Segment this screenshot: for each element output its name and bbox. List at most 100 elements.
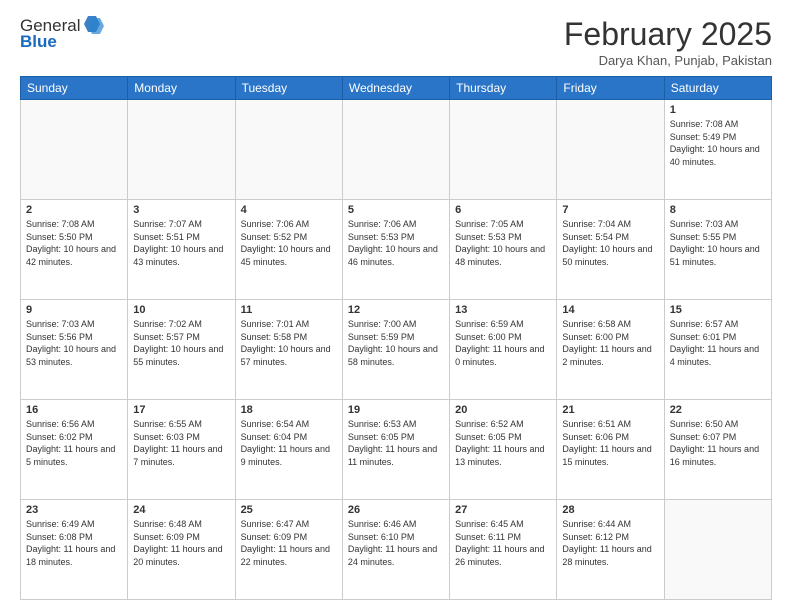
day-info: Sunrise: 7:02 AM Sunset: 5:57 PM Dayligh… [133, 318, 229, 368]
day-info: Sunrise: 7:07 AM Sunset: 5:51 PM Dayligh… [133, 218, 229, 268]
day-info: Sunrise: 7:06 AM Sunset: 5:52 PM Dayligh… [241, 218, 337, 268]
day-info: Sunrise: 6:44 AM Sunset: 6:12 PM Dayligh… [562, 518, 658, 568]
day-number: 23 [26, 504, 122, 516]
week-row-1: 2Sunrise: 7:08 AM Sunset: 5:50 PM Daylig… [21, 200, 772, 300]
day-number: 9 [26, 304, 122, 316]
weekday-header-row: SundayMondayTuesdayWednesdayThursdayFrid… [21, 77, 772, 100]
day-number: 15 [670, 304, 766, 316]
day-info: Sunrise: 6:45 AM Sunset: 6:11 PM Dayligh… [455, 518, 551, 568]
logo-blue: Blue [20, 32, 57, 52]
day-info: Sunrise: 7:03 AM Sunset: 5:55 PM Dayligh… [670, 218, 766, 268]
week-row-4: 23 Sunrise: 6:49 AM Sunset: 6:08 PM Dayli… [21, 500, 772, 600]
day-cell: 25 Sunrise: 6:47 AM Sunset: 6:09 PM Dayli… [235, 500, 342, 600]
day-number: 1 [670, 104, 766, 116]
header: General Blue February 2025 Darya Khan, P… [20, 16, 772, 68]
day-info: Sunrise: 7:04 AM Sunset: 5:54 PM Dayligh… [562, 218, 658, 268]
day-info: Sunrise: 7:06 AM Sunset: 5:53 PM Dayligh… [348, 218, 444, 268]
day-cell: 18 Sunrise: 6:54 AM Sunset: 6:04 PM Dayli… [235, 400, 342, 500]
day-number: 25 [241, 504, 337, 516]
weekday-monday: Monday [128, 77, 235, 100]
day-info: Sunrise: 6:56 AM Sunset: 6:02 PM Dayligh… [26, 418, 122, 468]
day-number: 20 [455, 404, 551, 416]
day-number: 13 [455, 304, 551, 316]
day-cell: 27 Sunrise: 6:45 AM Sunset: 6:11 PM Dayli… [450, 500, 557, 600]
day-cell [128, 100, 235, 200]
week-row-3: 16 Sunrise: 6:56 AM Sunset: 6:02 PM Dayli… [21, 400, 772, 500]
week-row-0: 1 Sunrise: 7:08 AM Sunset: 5:49 PM Daylig… [21, 100, 772, 200]
day-cell: 8 Sunrise: 7:03 AM Sunset: 5:55 PM Daylig… [664, 200, 771, 300]
day-cell: 4 Sunrise: 7:06 AM Sunset: 5:52 PM Daylig… [235, 200, 342, 300]
day-info: Sunrise: 6:59 AM Sunset: 6:00 PM Dayligh… [455, 318, 551, 368]
day-number: 3 [133, 204, 229, 216]
day-cell: 1 Sunrise: 7:08 AM Sunset: 5:49 PM Daylig… [664, 100, 771, 200]
weekday-tuesday: Tuesday [235, 77, 342, 100]
day-number: 4 [241, 204, 337, 216]
day-cell: 2Sunrise: 7:08 AM Sunset: 5:50 PM Daylig… [21, 200, 128, 300]
weekday-thursday: Thursday [450, 77, 557, 100]
day-info: Sunrise: 6:51 AM Sunset: 6:06 PM Dayligh… [562, 418, 658, 468]
day-info: Sunrise: 6:47 AM Sunset: 6:09 PM Dayligh… [241, 518, 337, 568]
day-cell: 23 Sunrise: 6:49 AM Sunset: 6:08 PM Dayli… [21, 500, 128, 600]
logo-icon [82, 14, 104, 36]
day-number: 7 [562, 204, 658, 216]
day-info: Sunrise: 6:50 AM Sunset: 6:07 PM Dayligh… [670, 418, 766, 468]
logo: General Blue [20, 16, 104, 52]
day-info: Sunrise: 7:05 AM Sunset: 5:53 PM Dayligh… [455, 218, 551, 268]
day-number: 21 [562, 404, 658, 416]
day-number: 27 [455, 504, 551, 516]
day-cell: 11 Sunrise: 7:01 AM Sunset: 5:58 PM Dayli… [235, 300, 342, 400]
day-cell: 21 Sunrise: 6:51 AM Sunset: 6:06 PM Dayli… [557, 400, 664, 500]
day-number: 22 [670, 404, 766, 416]
day-cell: 7 Sunrise: 7:04 AM Sunset: 5:54 PM Daylig… [557, 200, 664, 300]
day-cell: 26Sunrise: 6:46 AM Sunset: 6:10 PM Dayli… [342, 500, 449, 600]
location: Darya Khan, Punjab, Pakistan [564, 53, 772, 68]
day-info: Sunrise: 6:46 AM Sunset: 6:10 PM Dayligh… [348, 518, 444, 568]
weekday-saturday: Saturday [664, 77, 771, 100]
day-info: Sunrise: 6:52 AM Sunset: 6:05 PM Dayligh… [455, 418, 551, 468]
day-number: 18 [241, 404, 337, 416]
day-cell: 16 Sunrise: 6:56 AM Sunset: 6:02 PM Dayli… [21, 400, 128, 500]
day-info: Sunrise: 6:54 AM Sunset: 6:04 PM Dayligh… [241, 418, 337, 468]
day-cell: 22 Sunrise: 6:50 AM Sunset: 6:07 PM Dayli… [664, 400, 771, 500]
day-info: Sunrise: 6:55 AM Sunset: 6:03 PM Dayligh… [133, 418, 229, 468]
day-number: 16 [26, 404, 122, 416]
day-info: Sunrise: 6:48 AM Sunset: 6:09 PM Dayligh… [133, 518, 229, 568]
day-info: Sunrise: 6:49 AM Sunset: 6:08 PM Dayligh… [26, 518, 122, 568]
weekday-sunday: Sunday [21, 77, 128, 100]
day-cell [557, 100, 664, 200]
day-cell: 10Sunrise: 7:02 AM Sunset: 5:57 PM Dayli… [128, 300, 235, 400]
day-cell [664, 500, 771, 600]
day-cell: 6 Sunrise: 7:05 AM Sunset: 5:53 PM Daylig… [450, 200, 557, 300]
day-info: Sunrise: 7:01 AM Sunset: 5:58 PM Dayligh… [241, 318, 337, 368]
day-number: 8 [670, 204, 766, 216]
week-row-2: 9 Sunrise: 7:03 AM Sunset: 5:56 PM Daylig… [21, 300, 772, 400]
day-cell: 15 Sunrise: 6:57 AM Sunset: 6:01 PM Dayli… [664, 300, 771, 400]
day-cell: 24Sunrise: 6:48 AM Sunset: 6:09 PM Dayli… [128, 500, 235, 600]
day-number: 11 [241, 304, 337, 316]
day-cell: 17 Sunrise: 6:55 AM Sunset: 6:03 PM Dayli… [128, 400, 235, 500]
day-cell: 12 Sunrise: 7:00 AM Sunset: 5:59 PM Dayli… [342, 300, 449, 400]
day-cell: 9 Sunrise: 7:03 AM Sunset: 5:56 PM Daylig… [21, 300, 128, 400]
day-number: 17 [133, 404, 229, 416]
day-info: Sunrise: 7:08 AM Sunset: 5:49 PM Dayligh… [670, 118, 766, 168]
day-number: 19 [348, 404, 444, 416]
day-number: 5 [348, 204, 444, 216]
day-cell [21, 100, 128, 200]
day-number: 12 [348, 304, 444, 316]
month-title: February 2025 [564, 16, 772, 53]
day-info: Sunrise: 7:03 AM Sunset: 5:56 PM Dayligh… [26, 318, 122, 368]
day-cell: 14Sunrise: 6:58 AM Sunset: 6:00 PM Dayli… [557, 300, 664, 400]
day-cell [342, 100, 449, 200]
day-cell: 5 Sunrise: 7:06 AM Sunset: 5:53 PM Daylig… [342, 200, 449, 300]
page: General Blue February 2025 Darya Khan, P… [0, 0, 792, 612]
calendar-table: SundayMondayTuesdayWednesdayThursdayFrid… [20, 76, 772, 600]
weekday-friday: Friday [557, 77, 664, 100]
day-info: Sunrise: 7:08 AM Sunset: 5:50 PM Dayligh… [26, 218, 122, 268]
day-info: Sunrise: 6:57 AM Sunset: 6:01 PM Dayligh… [670, 318, 766, 368]
day-cell: 19Sunrise: 6:53 AM Sunset: 6:05 PM Dayli… [342, 400, 449, 500]
day-info: Sunrise: 7:00 AM Sunset: 5:59 PM Dayligh… [348, 318, 444, 368]
day-cell: 13 Sunrise: 6:59 AM Sunset: 6:00 PM Dayli… [450, 300, 557, 400]
day-cell: 28Sunrise: 6:44 AM Sunset: 6:12 PM Dayli… [557, 500, 664, 600]
day-number: 6 [455, 204, 551, 216]
weekday-wednesday: Wednesday [342, 77, 449, 100]
